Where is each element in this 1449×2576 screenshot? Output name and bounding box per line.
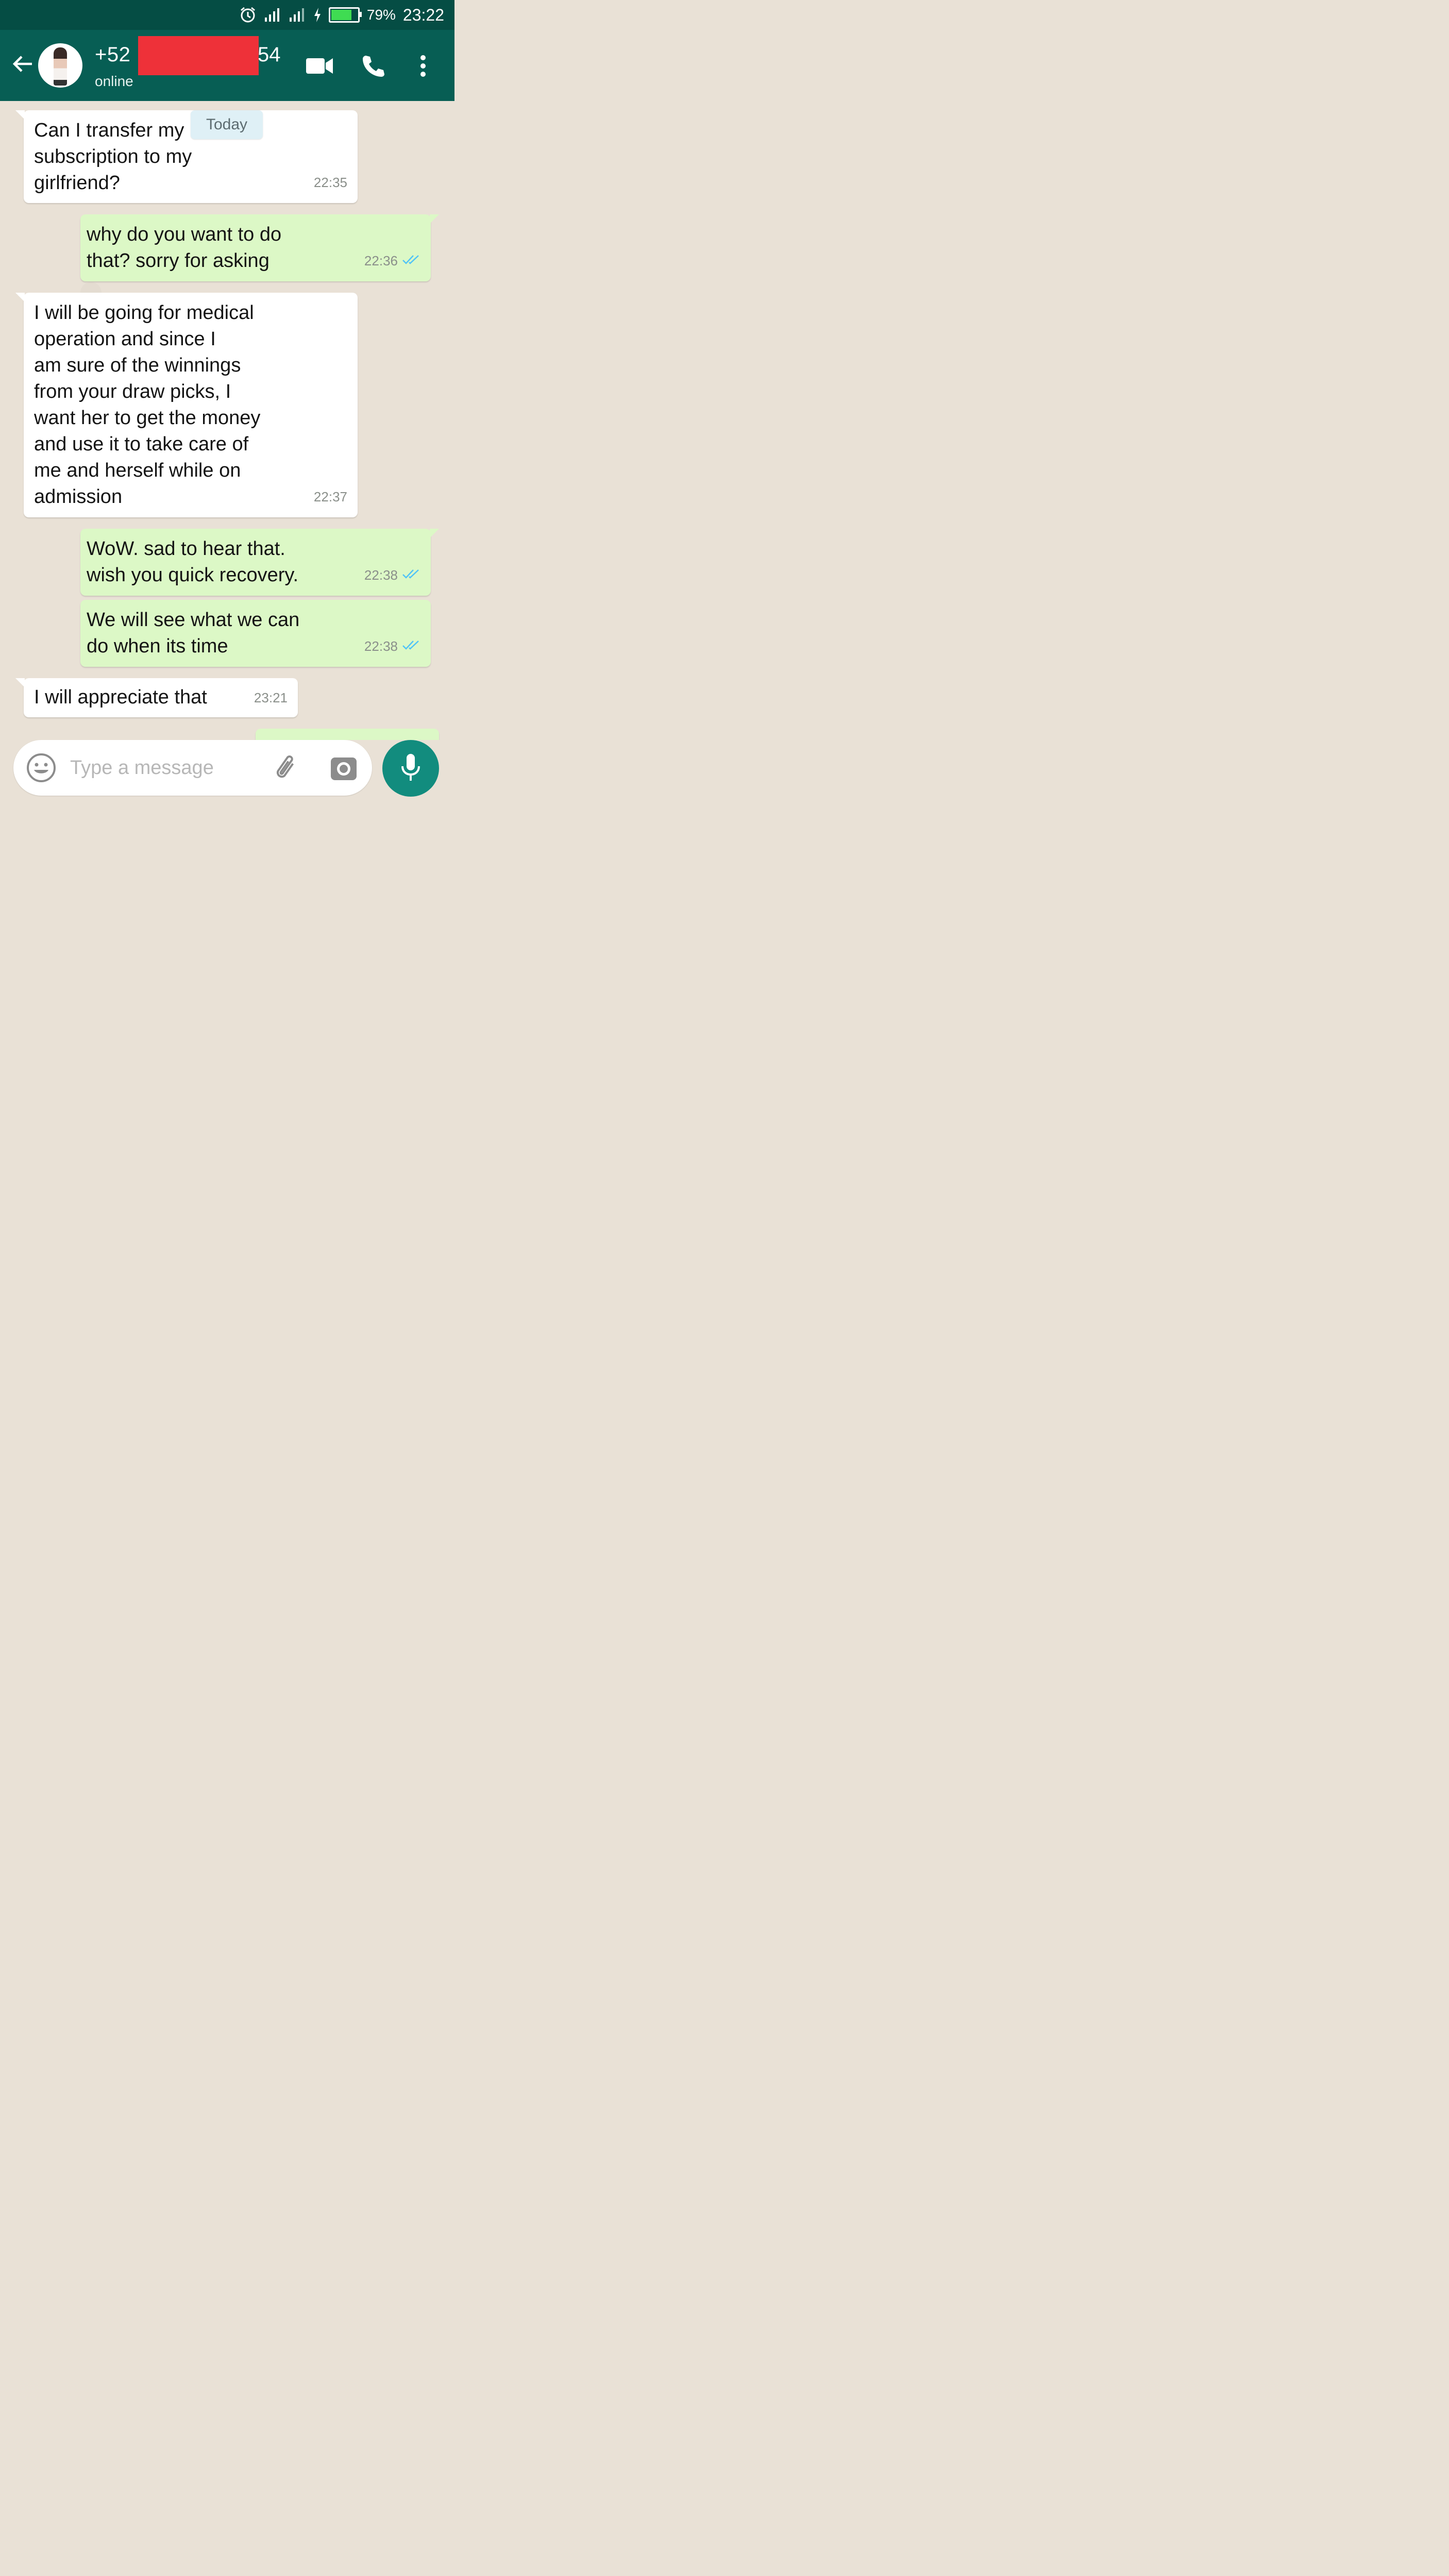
message-time: 22:35 xyxy=(313,175,347,190)
message-time: 22:37 xyxy=(313,489,347,504)
bubble-tail xyxy=(15,110,25,120)
message-time: 22:36 xyxy=(364,253,398,268)
microphone-button[interactable] xyxy=(382,740,439,797)
message-time: 23:21 xyxy=(254,690,288,705)
status-bar: 79% 23:22 xyxy=(0,0,454,30)
double-check-icon xyxy=(402,633,420,660)
bubble-tail xyxy=(430,529,439,538)
chat-header: +52 54 online xyxy=(0,30,454,101)
signal-icon-2 xyxy=(289,7,306,23)
message-time: 22:38 xyxy=(364,638,398,654)
message-bubble-incoming[interactable]: I will be going for medical operation an… xyxy=(15,293,358,517)
microphone-icon xyxy=(400,753,421,784)
contact-name-tail[interactable]: 54 xyxy=(258,43,281,66)
bubble-tail xyxy=(15,293,25,302)
battery-level xyxy=(331,10,352,20)
bubble-tail xyxy=(15,678,25,687)
more-options-icon[interactable] xyxy=(414,53,432,79)
contact-name[interactable]: +52 xyxy=(95,43,130,66)
alarm-icon xyxy=(239,6,257,24)
message-input[interactable]: Type a message xyxy=(70,740,214,796)
bubble-tail xyxy=(430,214,439,224)
video-call-icon[interactable] xyxy=(304,53,335,79)
double-check-icon xyxy=(402,562,420,588)
clock: 23:22 xyxy=(402,5,444,24)
message-time: 22:38 xyxy=(364,567,398,583)
message-bubble-incoming[interactable]: I will appreciate that 23:21 xyxy=(15,678,298,717)
voice-call-icon[interactable] xyxy=(360,53,386,79)
message-bubble-outgoing-partial[interactable] xyxy=(256,729,439,740)
message-text: I will be going for medical operation an… xyxy=(34,302,261,508)
contact-status: online xyxy=(95,73,133,89)
attach-icon[interactable] xyxy=(273,754,302,786)
emoji-icon[interactable] xyxy=(26,752,57,786)
camera-icon[interactable] xyxy=(330,754,358,785)
message-composer[interactable]: Type a message xyxy=(13,740,372,796)
charging-icon xyxy=(313,7,322,23)
avatar-figure xyxy=(54,47,67,86)
double-check-icon xyxy=(402,248,420,274)
signal-icon xyxy=(264,7,281,23)
chat-area[interactable]: Can I transfer my subscription to my gir… xyxy=(0,101,454,740)
message-bubble-outgoing[interactable]: WoW. sad to hear that. wish you quick re… xyxy=(80,529,439,596)
battery-percent: 79% xyxy=(366,7,396,23)
back-arrow-icon[interactable] xyxy=(11,53,34,75)
message-bubble-outgoing[interactable]: We will see what we can do when its time… xyxy=(80,600,431,667)
battery-icon xyxy=(328,7,362,23)
message-bubble-outgoing[interactable]: why do you want to do that? sorry for as… xyxy=(80,214,439,281)
avatar[interactable] xyxy=(38,43,82,88)
date-divider: Today xyxy=(191,110,263,139)
redaction-box xyxy=(138,36,259,75)
